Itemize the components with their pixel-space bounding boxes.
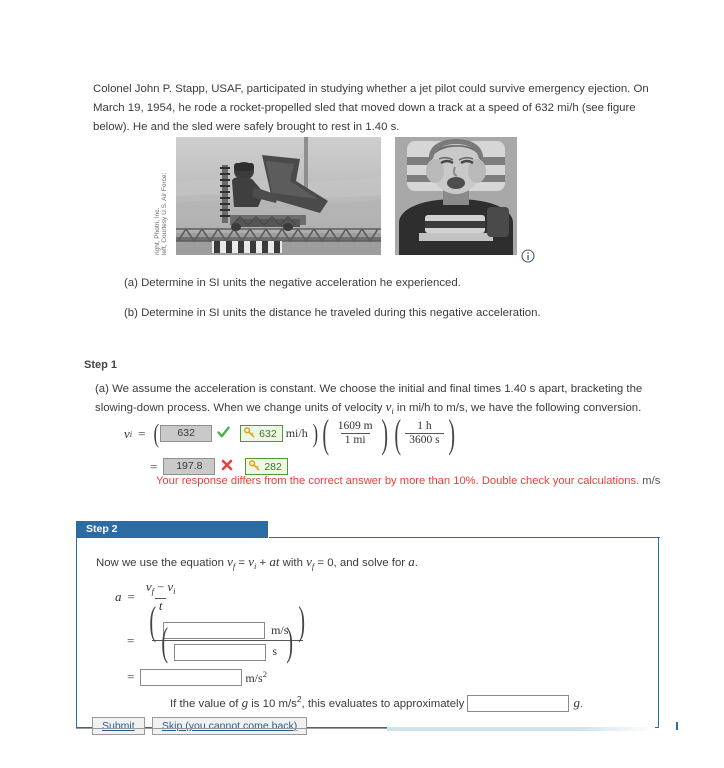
action-buttons: Submit Skip (you cannot come back) [92,717,311,735]
conv2-numerator: 1 h [417,420,432,432]
g-multiple-input[interactable] [467,695,570,713]
step-2-intro-plus: + [256,557,270,569]
step-1-result-equation: = 197.8 282 [144,458,288,475]
info-icon[interactable] [521,249,535,263]
conversion-factor-1: 1609 m 1 mi [334,420,377,447]
answer-box-1-submitted: 632 [160,425,213,442]
conv1-numerator: 1609 m [337,420,373,432]
unit-ms2-base: m/s [245,670,263,685]
figure-credit: left, Courtesy U.S. Air Force; right, Ph… [150,137,168,261]
acceleration-result: = m/s2 [115,668,314,686]
answer-key-value-1: 632 [259,427,277,440]
check-icon [217,426,230,442]
answer-key-box-2: 282 [245,458,288,475]
step-1-text: (a) We assume the acceleration is consta… [95,380,661,420]
step-1-label: Step 1 [84,359,118,371]
vi-sub: i [173,586,176,596]
conversion-factor-2: 1 h 3600 s [405,420,444,447]
acceleration-input[interactable] [140,668,243,686]
error-message-text: Your response differs from the correct a… [156,475,640,487]
x-icon [221,459,233,474]
step-2-header: Step 2 [76,521,268,538]
g-line-mid: is 10 m/s [248,698,297,710]
error-unit-label: m/s [642,475,661,487]
equals-sign: = [138,425,146,441]
step-2-body: Now we use the equation vf = vi + at wit… [76,537,660,735]
equals-sign-final: = [127,669,135,685]
step-1-conversion-equation: vi = ( 632 632 mi/h ) ( 1609 m 1 mi ) ( [124,410,455,456]
step-2-intro: Now we use the equation vf = vi + at wit… [96,554,418,571]
step-2-intro-equals: = [235,557,249,569]
step-2-derivation: a = vf − vi t = ( m/s ) (s) = m/s2 [115,580,314,686]
figure-credit-line-1: left, Courtesy U.S. Air Force; [161,172,168,255]
step-2-intro-pre: Now we use the equation [96,557,228,569]
equals-sign-sub: = [127,632,135,648]
unit-s-denominator: s [272,644,278,659]
step-2-panel: Step 2 Now we use the equation vf = vi +… [76,521,660,735]
substitution-denominator: ( s ) [151,622,303,662]
problem-statement: Colonel John P. Stapp, USAF, participate… [93,83,649,133]
minus-sign: − [154,580,168,594]
substitution-fraction: ( m/s ) ( s ) [140,601,314,662]
question-part-b: (b) Determine in SI units the distance h… [124,307,541,319]
step-2-intro-with: with [279,557,307,569]
g-line-pre: If the value of [170,698,242,710]
equals-sign-a: = [127,588,135,604]
bottom-accent-bar [387,727,655,731]
error-message: Your response differs from the correct a… [156,475,660,487]
at-term: at [269,554,280,569]
unit-ms2: m/s2 [245,669,267,686]
figure-block: left, Courtesy U.S. Air Force; right, Ph… [150,137,550,263]
photo-pilot-face [395,137,517,255]
answer-box-2-submitted: 197.8 [163,458,216,475]
formula-numerator: vf − vi [142,580,180,598]
conv1-denominator: 1 mi [340,433,370,447]
step-1-text-part-1: (a) We assume the acceleration is consta… [95,383,643,395]
g-value-line: If the value of g is 10 m/s2, this evalu… [170,694,584,713]
g-line-post: , this evaluates to approximately [301,698,468,710]
velocity-input[interactable] [162,622,265,640]
question-part-a: (a) Determine in SI units the negative a… [124,277,461,289]
t-symbol: t [158,598,163,613]
formula-denominator: t [154,598,167,613]
photo-rocket-sled [176,137,381,255]
equals-sign-result: = [150,458,158,474]
step-1-text-part-2-pre: slowing-down process. When we change uni… [95,402,386,414]
submit-button[interactable]: Submit [92,717,145,735]
vf-minus-vi-over-t: vf − vi t [142,580,180,613]
key-icon [249,459,260,474]
step-1-text-part-2-post: in mi/h to m/s, we have the following co… [393,402,642,414]
assignment-page: Colonel John P. Stapp, USAF, participate… [0,0,724,768]
acceleration-formula: a = vf − vi t [115,580,314,613]
bottom-divider [76,728,387,729]
unit-ms2-exponent: 2 [262,668,267,679]
bottom-scroll-marker [676,722,678,730]
answer-key-box-1: 632 [240,425,283,442]
conv2-denominator: 3600 s [405,433,444,447]
step-2-intro-end: . [414,557,418,569]
skip-button[interactable]: Skip (you cannot come back) [151,717,308,735]
key-icon [244,426,255,441]
step-2-intro-zero: = 0, and solve for [314,557,409,569]
g-line-end: . [579,698,584,710]
answer-key-value-2: 282 [264,460,282,473]
acceleration-substitution: = ( m/s ) ( s ) [115,601,314,662]
unit-mih: mi/h [285,426,308,440]
figure-credit-line-2: right, Photri, Inc. [154,207,161,255]
time-input[interactable] [174,643,267,661]
